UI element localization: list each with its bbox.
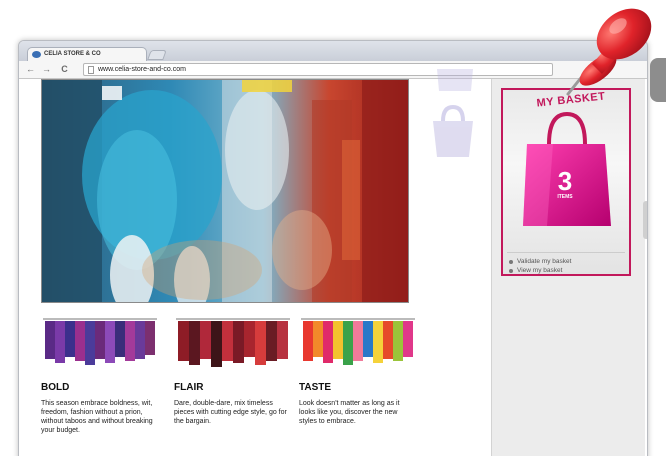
- column-title-taste: TASTE: [299, 382, 332, 393]
- my-basket-widget[interactable]: MY BASKET 3 ITEMS Validate my basket Vie…: [501, 88, 631, 276]
- forward-arrow-icon[interactable]: →: [41, 64, 52, 75]
- view-basket-link[interactable]: View my basket: [509, 267, 563, 274]
- back-arrow-icon[interactable]: ←: [25, 64, 36, 75]
- reload-icon[interactable]: C: [59, 64, 70, 75]
- shopping-bag-icon: [427, 101, 479, 159]
- column-text-flair: Dare, double-dare, mix timeless pieces w…: [174, 400, 287, 425]
- bullet-icon: [509, 260, 513, 264]
- basket-items-label: ITEMS: [557, 194, 573, 200]
- column-title-bold: BOLD: [41, 382, 70, 393]
- tab-title: CELIA STORE & CO: [44, 51, 101, 57]
- push-pin-icon: [566, 8, 652, 96]
- new-tab-button[interactable]: [147, 50, 167, 60]
- column-text-bold: This season embrace boldness, wit, freed…: [41, 400, 153, 434]
- page-icon: [88, 66, 94, 74]
- validate-basket-label: Validate my basket: [517, 258, 572, 265]
- address-bar[interactable]: www.celia-store-and-co.com: [83, 63, 553, 76]
- hero-image[interactable]: [41, 79, 409, 303]
- screenshot-stage: CELIA STORE & CO ← → C www.celia-store-a…: [0, 0, 666, 456]
- view-basket-label: View my basket: [517, 267, 563, 274]
- shopping-bag-icon: [431, 61, 479, 91]
- thumbnail-taste[interactable]: [299, 315, 417, 373]
- bullet-icon: [509, 269, 513, 273]
- favicon-icon: [32, 51, 41, 58]
- url-text: www.celia-store-and-co.com: [98, 66, 186, 73]
- validate-basket-link[interactable]: Validate my basket: [509, 258, 572, 265]
- thumbnail-flair[interactable]: [174, 315, 292, 373]
- basket-divider: [507, 252, 625, 253]
- page-viewport: BOLD This season embrace boldness, wit, …: [19, 69, 647, 456]
- thumbnail-bold[interactable]: [41, 315, 159, 373]
- column-text-taste: Look doesn't matter as long as it looks …: [299, 400, 400, 425]
- column-title-flair: FLAIR: [174, 382, 204, 393]
- scrollbar-handle[interactable]: [643, 201, 647, 239]
- browser-tab[interactable]: CELIA STORE & CO: [27, 47, 147, 61]
- basket-item-count: 3: [557, 166, 573, 196]
